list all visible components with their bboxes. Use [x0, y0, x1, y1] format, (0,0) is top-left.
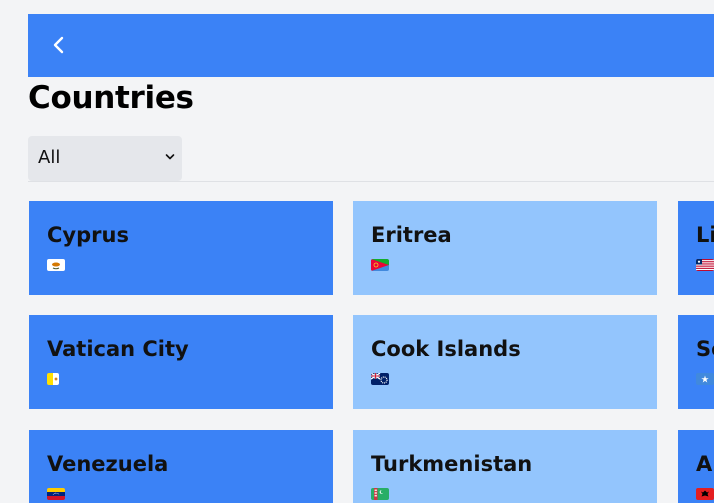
country-grid: Cyprus Eritrea Liberia Vatican City Cook… [0, 0, 714, 503]
country-card[interactable]: Venezuela [29, 430, 333, 503]
country-card[interactable]: Albania [678, 430, 714, 503]
country-name: Albania [696, 452, 714, 476]
albania-flag-icon [696, 488, 714, 500]
country-name: Cyprus [47, 223, 129, 247]
somalia-flag-icon [696, 373, 714, 385]
eritrea-flag-icon [371, 259, 389, 271]
country-card[interactable]: Cook Islands [353, 315, 657, 409]
country-name: Vatican City [47, 337, 189, 361]
country-card[interactable]: Vatican City [29, 315, 333, 409]
country-card[interactable]: Cyprus [29, 201, 333, 295]
country-name: Eritrea [371, 223, 452, 247]
venezuela-flag-icon [47, 488, 65, 500]
liberia-flag-icon [696, 259, 714, 271]
turkmenistan-flag-icon [371, 488, 389, 500]
cyprus-flag-icon [47, 259, 65, 271]
country-name: Somalia [696, 337, 714, 361]
country-name: Cook Islands [371, 337, 521, 361]
country-name: Venezuela [47, 452, 169, 476]
vatican-flag-icon [47, 373, 59, 385]
country-card[interactable]: Liberia [678, 201, 714, 295]
cook-islands-flag-icon [371, 373, 389, 385]
country-card[interactable]: Somalia [678, 315, 714, 409]
country-card[interactable]: Turkmenistan [353, 430, 657, 503]
country-name: Turkmenistan [371, 452, 533, 476]
country-name: Liberia [696, 223, 714, 247]
country-card[interactable]: Eritrea [353, 201, 657, 295]
